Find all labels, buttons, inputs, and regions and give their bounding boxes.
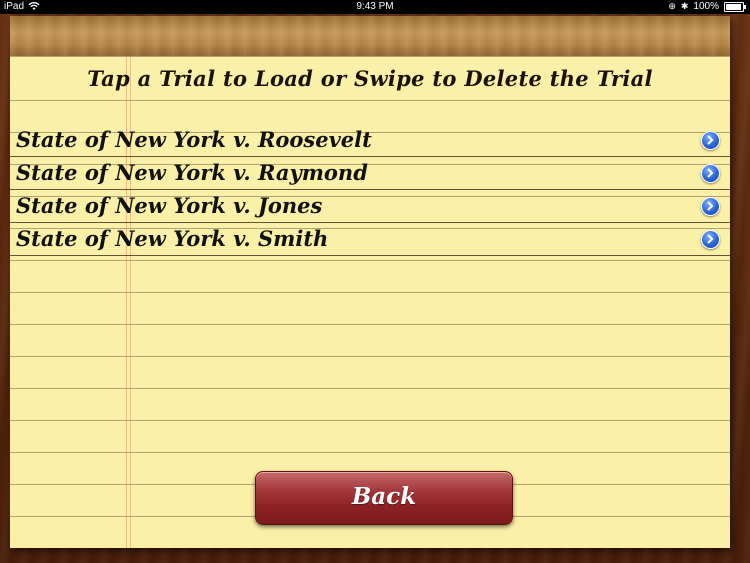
disclosure-icon[interactable] bbox=[701, 164, 720, 183]
legal-pad: Tap a Trial to Load or Swipe to Delete t… bbox=[10, 16, 730, 548]
trial-row-raymond[interactable]: State of New York v. Raymond bbox=[10, 157, 730, 190]
disclosure-icon[interactable] bbox=[701, 230, 720, 249]
rotation-lock-icon: ⊕ bbox=[668, 1, 676, 11]
back-button[interactable]: Back bbox=[255, 471, 513, 525]
status-bar: iPad 9:43 PM ⊕ ✱ 100% bbox=[0, 0, 750, 14]
disclosure-icon[interactable] bbox=[701, 131, 720, 150]
battery-percent: 100% bbox=[693, 1, 719, 12]
disclosure-icon[interactable] bbox=[701, 197, 720, 216]
clock: 9:43 PM bbox=[356, 1, 394, 12]
page-title: Tap a Trial to Load or Swipe to Delete t… bbox=[87, 66, 653, 91]
trial-label: State of New York v. Smith bbox=[16, 226, 329, 251]
trial-row-jones[interactable]: State of New York v. Jones bbox=[10, 190, 730, 223]
trial-label: State of New York v. Roosevelt bbox=[16, 127, 372, 152]
trial-label: State of New York v. Jones bbox=[16, 193, 323, 218]
bluetooth-icon: ✱ bbox=[680, 1, 689, 11]
pad-binding bbox=[10, 16, 730, 57]
trial-label: State of New York v. Raymond bbox=[16, 160, 368, 185]
trial-row-roosevelt[interactable]: State of New York v. Roosevelt bbox=[10, 124, 730, 157]
trial-row-smith[interactable]: State of New York v. Smith bbox=[10, 223, 730, 256]
trial-list: State of New York v. Roosevelt State of … bbox=[10, 124, 730, 256]
battery-icon bbox=[724, 1, 746, 12]
back-button-label: Back bbox=[351, 483, 417, 510]
